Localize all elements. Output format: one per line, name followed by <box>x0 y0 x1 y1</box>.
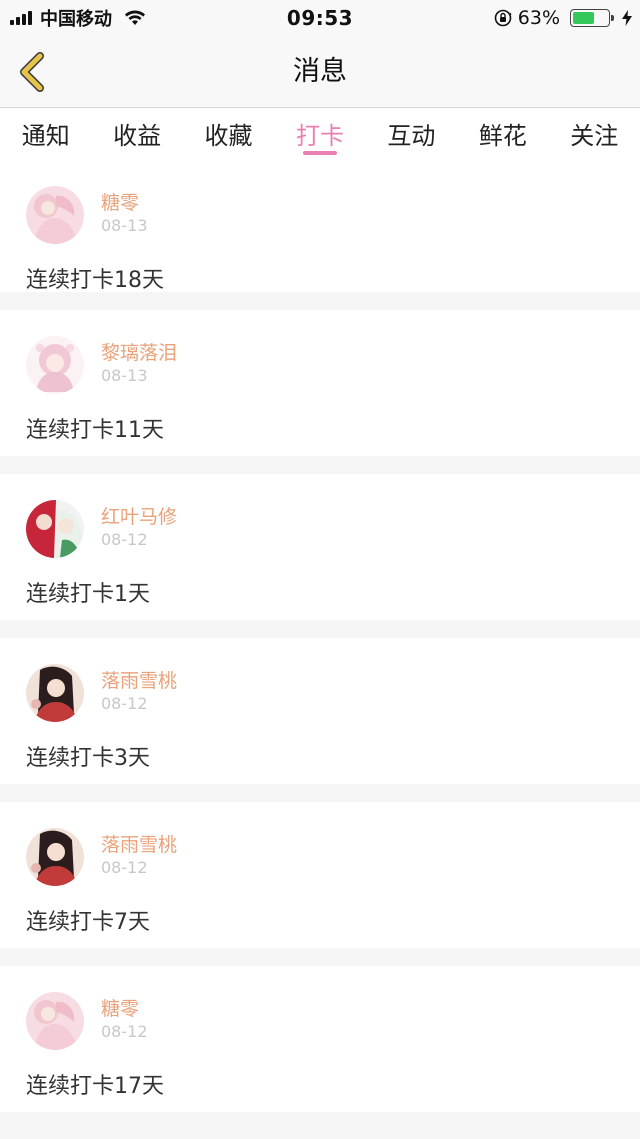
page-title: 消息 <box>293 56 347 87</box>
signal-icon <box>10 11 32 25</box>
message-date: 08-13 <box>101 216 148 235</box>
username[interactable]: 红叶马修 <box>101 502 177 529</box>
avatar-dark-hair-anime-icon <box>26 664 84 722</box>
tab-interactions[interactable]: 互动 <box>366 108 457 162</box>
wifi-icon <box>124 10 146 26</box>
message-text: 连续打卡18天 <box>26 268 164 293</box>
status-bar: 中国移动 09:53 63% <box>0 0 640 36</box>
avatar[interactable] <box>26 336 84 394</box>
battery-fill <box>573 12 595 24</box>
message-text: 连续打卡1天 <box>26 582 150 607</box>
message-text: 连续打卡17天 <box>26 1074 164 1099</box>
avatar-red-green-anime-icon <box>26 500 84 558</box>
tab-checkin[interactable]: 打卡 <box>274 108 365 162</box>
tab-label: 打卡 <box>295 122 344 150</box>
avatar[interactable] <box>26 992 84 1050</box>
message-text: 连续打卡3天 <box>26 746 150 771</box>
nav-header: 消息 <box>0 36 640 108</box>
message-date: 08-12 <box>101 1022 148 1041</box>
tab-label: 通知 <box>21 122 70 150</box>
tab-favorites[interactable]: 收藏 <box>183 108 274 162</box>
status-right: 63% <box>494 0 632 36</box>
username[interactable]: 黎璃落泪 <box>101 338 177 365</box>
tab-label: 关注 <box>570 122 619 150</box>
message-text: 连续打卡7天 <box>26 910 150 935</box>
battery-percent: 63% <box>517 7 560 29</box>
carrier-name: 中国移动 <box>40 9 112 30</box>
avatar[interactable] <box>26 828 84 886</box>
tab-flowers[interactable]: 鲜花 <box>457 108 548 162</box>
tab-earnings[interactable]: 收益 <box>91 108 182 162</box>
tab-bar: 通知 收益 收藏 打卡 互动 鲜花 关注 <box>0 108 640 162</box>
list-item[interactable]: 糖零 08-13 连续打卡18天 <box>0 162 640 293</box>
list-item[interactable]: 红叶马修 08-12 连续打卡1天 <box>0 474 640 620</box>
list-item[interactable]: 落雨雪桃 08-12 连续打卡3天 <box>0 638 640 784</box>
status-time: 09:53 <box>286 6 354 30</box>
orientation-lock-icon <box>494 9 512 27</box>
avatar-pink-hair-anime-icon <box>26 336 84 394</box>
tab-label: 互动 <box>387 122 436 150</box>
tab-label: 收益 <box>113 122 162 150</box>
message-list: 糖零 08-13 连续打卡18天 黎璃落泪 08-13 连续打卡11天 红叶马修… <box>0 162 640 1112</box>
message-date: 08-12 <box>101 694 148 713</box>
message-date: 08-12 <box>101 858 148 877</box>
avatar[interactable] <box>26 500 84 558</box>
charging-icon <box>622 10 632 26</box>
avatar-dark-hair-anime-icon <box>26 828 84 886</box>
list-item[interactable]: 黎璃落泪 08-13 连续打卡11天 <box>0 310 640 456</box>
tab-label: 鲜花 <box>478 122 527 150</box>
status-left: 中国移动 <box>10 0 146 36</box>
tab-following[interactable]: 关注 <box>549 108 640 162</box>
username[interactable]: 糖零 <box>101 188 139 215</box>
list-item[interactable]: 糖零 08-12 连续打卡17天 <box>0 966 640 1112</box>
tab-label: 收藏 <box>204 122 253 150</box>
message-date: 08-13 <box>101 366 148 385</box>
username[interactable]: 落雨雪桃 <box>101 830 177 857</box>
avatar[interactable] <box>26 186 84 244</box>
avatar-pink-girl-icon <box>26 186 84 244</box>
username[interactable]: 糖零 <box>101 994 139 1021</box>
message-text: 连续打卡11天 <box>26 418 164 443</box>
username[interactable]: 落雨雪桃 <box>101 666 177 693</box>
active-tab-indicator <box>302 151 337 155</box>
avatar[interactable] <box>26 664 84 722</box>
list-item[interactable]: 落雨雪桃 08-12 连续打卡7天 <box>0 802 640 948</box>
battery-icon <box>570 9 614 27</box>
message-date: 08-12 <box>101 530 148 549</box>
avatar-pink-girl-icon <box>26 992 84 1050</box>
tab-notifications[interactable]: 通知 <box>0 108 91 162</box>
